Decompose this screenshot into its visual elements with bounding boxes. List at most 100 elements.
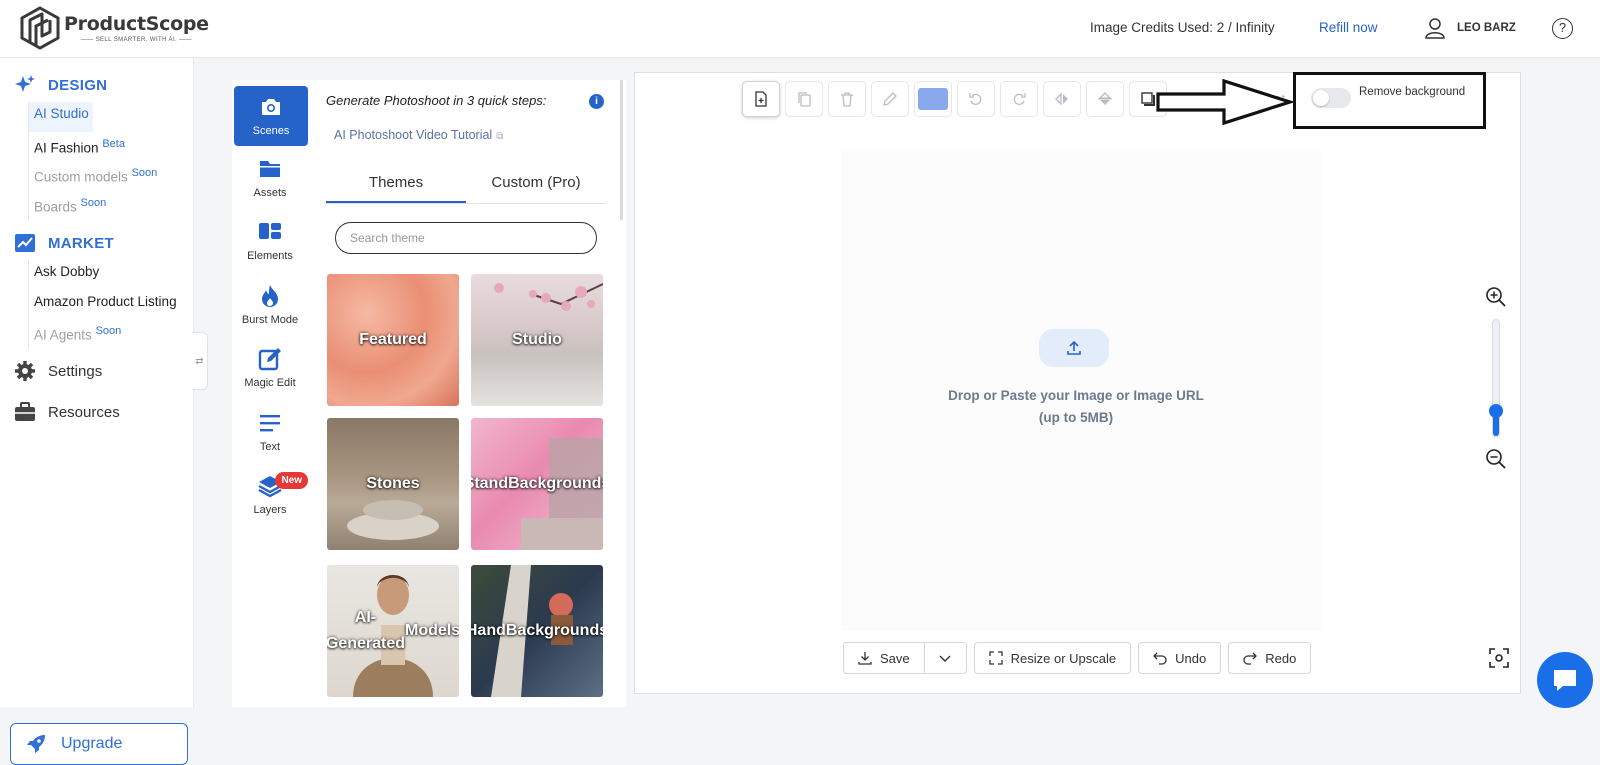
zoom-out-icon[interactable] (1485, 448, 1507, 470)
design-nav: AI Studio AI Fashion Beta Custom models … (28, 102, 157, 220)
flip-vertical-icon (1098, 92, 1112, 105)
zoom-slider-knob[interactable] (1489, 404, 1503, 418)
color-swatch (918, 88, 948, 110)
undo-rotate-icon (969, 93, 982, 105)
theme-card-stones[interactable]: Stones (327, 418, 459, 550)
remove-background-label: Remove background (1359, 86, 1466, 98)
sparkles-icon (15, 75, 35, 92)
theme-tabs: Themes Custom (Pro) (326, 166, 606, 204)
panel-scrollbar[interactable] (620, 80, 623, 220)
color-picker-button[interactable] (914, 81, 952, 117)
undo-icon (1153, 652, 1167, 665)
rocket-icon (27, 735, 45, 753)
sidebar-item-ai-fashion[interactable]: AI Fashion Beta (29, 132, 157, 162)
elements-icon (259, 223, 281, 240)
user-name[interactable]: LEO BARZ (1457, 22, 1516, 34)
user-icon[interactable] (1424, 17, 1446, 39)
sidebar-item-ai-studio[interactable]: AI Studio (29, 102, 93, 132)
zoom-slider[interactable] (1489, 319, 1503, 437)
flame-icon (262, 284, 278, 307)
sidebar-item-settings[interactable]: Settings (14, 360, 102, 382)
logo[interactable]: ProductScope —— SELL SMARTER. WITH AI. —… (20, 6, 209, 50)
new-file-button[interactable] (742, 81, 780, 117)
remove-background-toggle[interactable] (1311, 88, 1351, 108)
shadow-square-icon (1141, 92, 1155, 106)
theme-card-ai-generated-models[interactable]: AI-Generated Models (327, 565, 459, 697)
design-section-header[interactable]: DESIGN (14, 74, 107, 96)
edit-icon (258, 348, 281, 371)
soon-badge: Soon (131, 167, 158, 179)
help-icon[interactable]: ? (1552, 18, 1573, 39)
sidebar-item-boards[interactable]: Boards Soon (29, 191, 157, 221)
tool-magic-edit[interactable]: Magic Edit (232, 337, 308, 401)
sidebar-item-ask-dobby[interactable]: Ask Dobby (29, 260, 177, 290)
sidebar-item-resources[interactable]: Resources (14, 401, 120, 423)
flip-vertical-button[interactable] (1086, 81, 1124, 117)
download-icon (858, 652, 872, 665)
upload-button[interactable] (1039, 329, 1109, 367)
info-icon[interactable]: i (589, 94, 604, 109)
chevron-down-icon (939, 655, 951, 662)
brand-name: ProductScope (64, 13, 209, 35)
resize-upscale-button[interactable]: Resize or Upscale (973, 642, 1132, 674)
save-button[interactable]: Save (844, 643, 924, 673)
chart-icon (15, 234, 35, 252)
file-plus-icon (755, 91, 767, 107)
brand-tagline: —— SELL SMARTER. WITH AI. —— (80, 37, 192, 43)
sidebar-item-ai-agents[interactable]: AI Agents Soon (29, 319, 177, 349)
edit-button[interactable] (871, 81, 909, 117)
search-theme-input[interactable] (335, 222, 597, 254)
tool-elements[interactable]: Elements (232, 210, 308, 274)
camera-icon (262, 99, 280, 115)
tool-assets[interactable]: Assets (232, 146, 308, 210)
tool-text[interactable]: Text (232, 400, 308, 464)
tab-themes[interactable]: Themes (326, 166, 466, 203)
theme-card-hand-backgrounds[interactable]: Hand Backgrounds (471, 565, 603, 697)
panel-title: Generate Photoshoot in 3 quick steps: (326, 93, 547, 108)
remove-background-control: Remove background (1293, 72, 1486, 129)
logo-icon (20, 6, 60, 50)
undo-button[interactable]: Undo (1138, 642, 1222, 674)
rotate-left-button[interactable] (957, 81, 995, 117)
theme-card-stand-backgrounds[interactable]: Stand Backgrounds (471, 418, 603, 550)
copy-icon (798, 92, 811, 107)
theme-card-featured[interactable]: Featured (327, 274, 459, 406)
redo-rotate-icon (1013, 93, 1026, 105)
tutorial-link[interactable]: AI Photoshoot Video Tutorial ⧉ (334, 128, 503, 142)
redo-icon (1243, 652, 1258, 665)
drop-instructions: Drop or Paste your Image or Image URL (u… (948, 388, 1204, 425)
sidebar-item-custom-models[interactable]: Custom models Soon (29, 161, 157, 191)
stone-decoration (347, 500, 439, 540)
flip-horizontal-button[interactable] (1043, 81, 1081, 117)
beta-badge: Beta (102, 137, 125, 150)
upload-icon (1067, 340, 1081, 355)
tool-scenes[interactable]: Scenes (234, 86, 308, 146)
tool-burst-mode[interactable]: Burst Mode (232, 273, 308, 337)
canvas-area: Reset Remove background Drop or Paste yo… (634, 72, 1521, 694)
save-button-group: Save (843, 642, 967, 674)
top-bar: ProductScope —— SELL SMARTER. WITH AI. —… (0, 0, 1600, 58)
upgrade-button[interactable]: Upgrade (10, 723, 188, 765)
tool-layers[interactable]: Layers New (232, 464, 308, 528)
redo-button[interactable]: Redo (1228, 642, 1312, 674)
tab-custom-pro[interactable]: Custom (Pro) (466, 166, 606, 203)
sidebar-item-amazon-listing[interactable]: Amazon Product Listing (29, 290, 177, 320)
refill-link[interactable]: Refill now (1319, 20, 1378, 35)
fit-to-screen-icon[interactable] (1489, 648, 1509, 668)
chat-icon (1554, 670, 1576, 691)
soon-badge: Soon (80, 196, 107, 209)
chat-support-button[interactable] (1537, 652, 1593, 708)
theme-card-studio[interactable]: Studio (471, 274, 603, 406)
expand-icon (988, 651, 1003, 665)
save-options-dropdown[interactable] (923, 643, 966, 673)
zoom-in-icon[interactable] (1485, 286, 1507, 308)
collapse-sidebar-handle[interactable]: ⇄ (192, 332, 208, 390)
market-nav: Ask Dobby Amazon Product Listing AI Agen… (28, 260, 177, 349)
rotate-right-button[interactable] (1000, 81, 1038, 117)
tool-column: Scenes Assets Elements Burst Mode Magic … (232, 86, 308, 527)
duplicate-button[interactable] (785, 81, 823, 117)
folder-icon (260, 160, 280, 177)
market-section-header[interactable]: MARKET (14, 232, 114, 254)
flip-horizontal-icon (1055, 92, 1068, 106)
delete-button[interactable] (828, 81, 866, 117)
